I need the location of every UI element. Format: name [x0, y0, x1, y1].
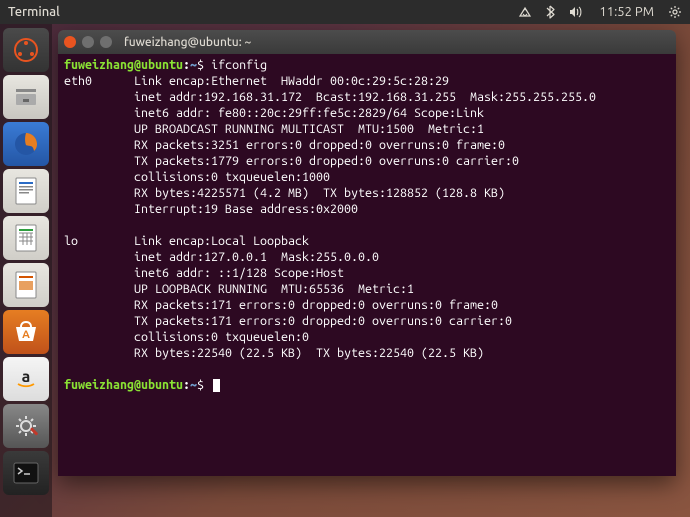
launcher-settings[interactable]	[3, 404, 49, 448]
window-title: fuweizhang@ubuntu: ~	[124, 36, 251, 49]
indicator-area: 11:52 PM	[518, 5, 682, 19]
network-icon[interactable]	[518, 6, 532, 18]
prompt-path: ~	[190, 58, 197, 72]
window-titlebar[interactable]: fuweizhang@ubuntu: ~	[58, 30, 676, 54]
gear-icon[interactable]	[668, 5, 682, 19]
iface-lo: lo	[64, 234, 78, 248]
launcher-amazon[interactable]: a	[3, 357, 49, 401]
cursor	[213, 379, 220, 392]
launcher-writer[interactable]	[3, 169, 49, 213]
terminal-window: fuweizhang@ubuntu: ~ fuweizhang@ubuntu:~…	[58, 30, 676, 476]
launcher-software[interactable]: A	[3, 310, 49, 354]
launcher-terminal[interactable]	[3, 451, 49, 495]
volume-icon[interactable]	[569, 6, 585, 18]
terminal-output[interactable]: fuweizhang@ubuntu:~$ ifconfig eth0 Link …	[58, 54, 676, 476]
launcher-dash[interactable]	[3, 28, 49, 72]
window-maximize-button[interactable]	[100, 36, 112, 48]
svg-text:a: a	[22, 368, 31, 386]
bluetooth-icon[interactable]	[546, 5, 555, 19]
clock-label[interactable]: 11:52 PM	[599, 5, 654, 19]
launcher-impress[interactable]	[3, 263, 49, 307]
unity-launcher: A a	[0, 24, 52, 517]
active-app-label: Terminal	[8, 5, 60, 19]
launcher-files[interactable]	[3, 75, 49, 119]
window-close-button[interactable]	[64, 36, 76, 48]
launcher-firefox[interactable]	[3, 122, 49, 166]
launcher-calc[interactable]	[3, 216, 49, 260]
command-text: ifconfig	[211, 58, 267, 72]
iface-eth0: eth0	[64, 74, 92, 88]
window-minimize-button[interactable]	[82, 36, 94, 48]
prompt-userhost: fuweizhang@ubuntu	[64, 58, 183, 72]
svg-text:A: A	[22, 329, 30, 341]
top-panel: Terminal 11:52 PM	[0, 0, 690, 24]
